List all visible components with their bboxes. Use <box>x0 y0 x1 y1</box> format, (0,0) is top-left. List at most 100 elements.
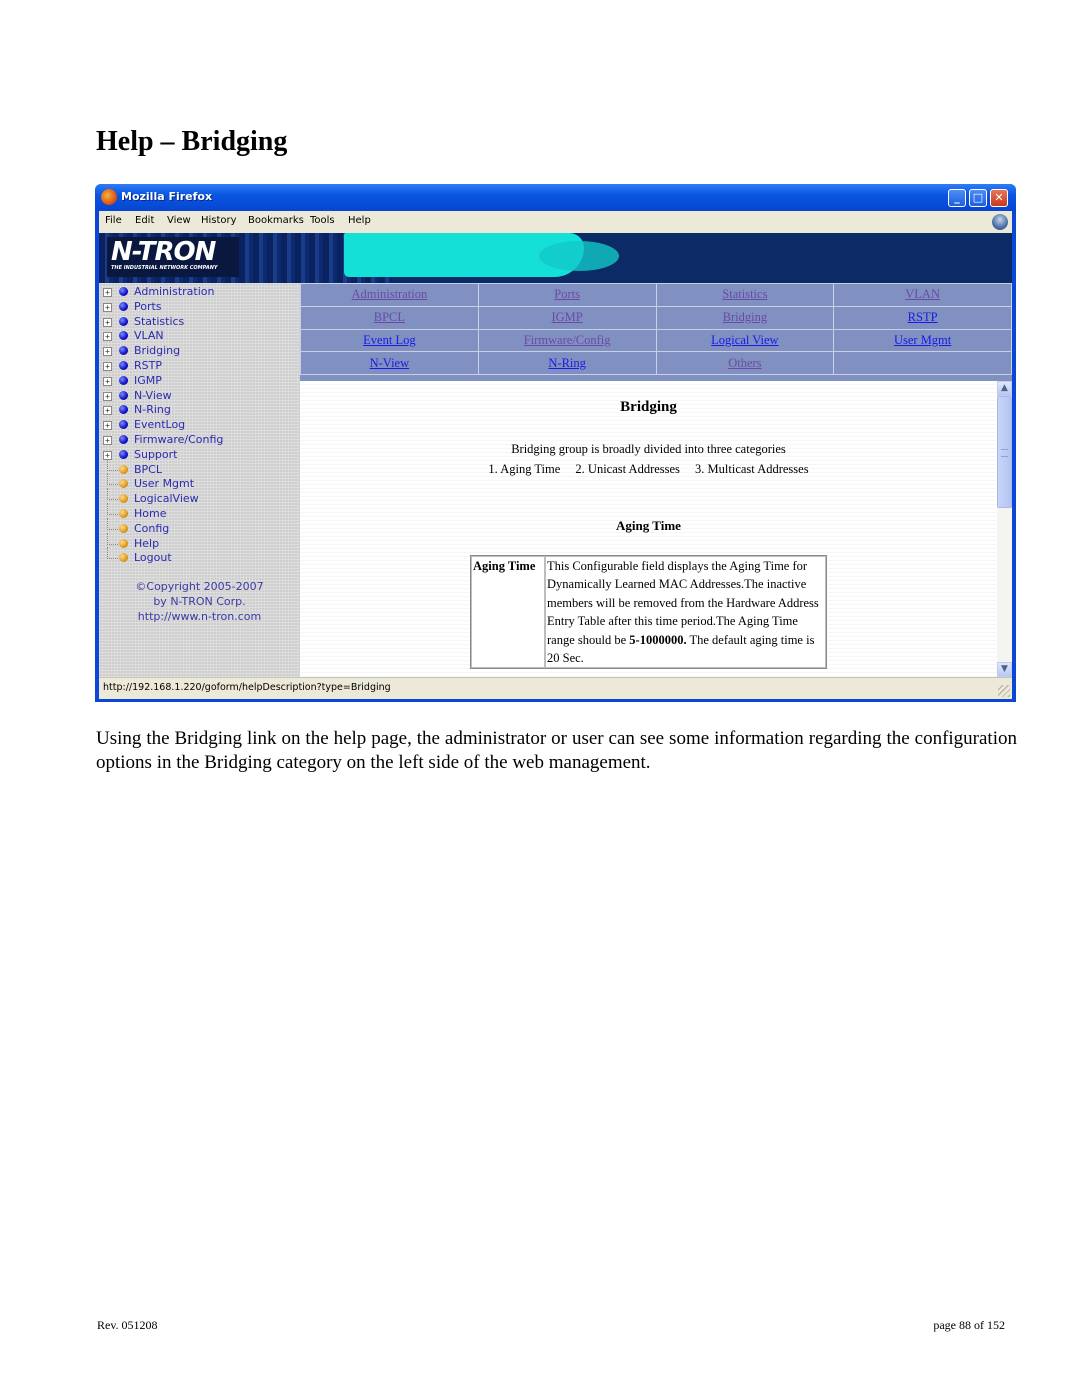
copyright-url[interactable]: http://www.n-tron.com <box>99 609 300 624</box>
sidebar-tree: + Administration + Ports + Statistics + VLAN + Br… <box>99 283 300 677</box>
sidebar-item-label[interactable]: Home <box>134 507 166 520</box>
resize-grip-icon[interactable] <box>998 685 1010 697</box>
footer-revision: Rev. 051208 <box>97 1318 158 1332</box>
nav-cell: RSTP <box>833 305 1012 330</box>
expand-plus-icon[interactable]: + <box>103 435 112 445</box>
ntron-logo: N-TRON THE INDUSTRIAL NETWORK COMPANY <box>107 237 239 277</box>
banner-map-graphic-2 <box>539 241 619 271</box>
tree-connector <box>107 517 118 530</box>
help-link-statistics[interactable]: Statistics <box>722 287 767 301</box>
sidebar-item-label[interactable]: Config <box>134 522 169 535</box>
menu-bookmarks[interactable]: Bookmarks <box>248 215 304 226</box>
expand-plus-icon[interactable]: + <box>103 376 112 386</box>
sidebar-item-label[interactable]: Ports <box>134 300 162 313</box>
nav-row: Event Log Firmware/Config Logical View User… <box>300 328 1012 353</box>
folder-bullet-icon <box>119 449 128 459</box>
nav-cell: User Mgmt <box>833 328 1012 353</box>
menu-tools[interactable]: Tools <box>310 215 335 226</box>
sidebar-item-label[interactable]: RSTP <box>134 359 162 372</box>
nav-cell: Administration <box>300 283 479 307</box>
nav-cell: Statistics <box>655 283 835 307</box>
sidebar-item-label[interactable]: N-Ring <box>134 403 171 416</box>
scrollbar-thumb[interactable] <box>997 396 1012 508</box>
nav-cell: Logical View <box>655 328 835 353</box>
help-link-n-view[interactable]: N-View <box>370 356 410 370</box>
folder-bullet-icon <box>119 390 128 400</box>
help-link-bpcl[interactable]: BPCL <box>374 310 405 324</box>
help-link-firmware-config[interactable]: Firmware/Config <box>524 333 611 347</box>
title-bar[interactable]: Mozilla Firefox _ □ ✕ <box>95 184 1016 211</box>
page-bullet-icon <box>119 523 128 533</box>
help-link-igmp[interactable]: IGMP <box>551 310 582 324</box>
expand-plus-icon[interactable]: + <box>103 421 112 431</box>
tree-connector <box>107 502 118 515</box>
sidebar-item-label[interactable]: Support <box>134 448 177 461</box>
folder-bullet-icon <box>119 434 128 444</box>
expand-plus-icon[interactable]: + <box>103 302 112 312</box>
aging-time-table: Aging Time This Configurable field displ… <box>470 555 827 670</box>
body-paragraph: Using the Bridging link on the help page… <box>96 728 1017 773</box>
maximize-button[interactable]: □ <box>969 189 987 207</box>
sidebar-item-label[interactable]: LogicalView <box>134 492 199 505</box>
menu-file[interactable]: File <box>105 215 122 226</box>
help-link-logical-view[interactable]: Logical View <box>711 333 778 347</box>
expand-plus-icon[interactable]: + <box>103 288 112 297</box>
folder-bullet-icon <box>119 301 128 311</box>
sidebar-item-label[interactable]: Statistics <box>134 315 184 328</box>
menu-edit[interactable]: Edit <box>135 215 154 226</box>
sidebar-item-label[interactable]: Administration <box>134 285 215 298</box>
expand-plus-icon[interactable]: + <box>103 332 112 342</box>
vertical-scrollbar[interactable]: ▲ ▼ <box>997 381 1012 677</box>
grip-icon <box>1001 449 1008 457</box>
folder-bullet-icon <box>119 375 128 385</box>
help-link-vlan[interactable]: VLAN <box>905 287 940 301</box>
sidebar-item-label[interactable]: Help <box>134 537 159 550</box>
help-intro: Bridging group is broadly divided into t… <box>300 439 997 479</box>
folder-bullet-icon <box>119 316 128 326</box>
scroll-down-arrow-icon[interactable]: ▼ <box>997 662 1012 677</box>
page-bullet-icon <box>119 508 128 518</box>
help-link-event-log[interactable]: Event Log <box>363 333 415 347</box>
category-item: 3. Multicast Addresses <box>695 462 809 476</box>
sidebar-item-label[interactable]: Firmware/Config <box>134 433 223 446</box>
help-link-ports[interactable]: Ports <box>554 287 580 301</box>
minimize-button[interactable]: _ <box>948 189 966 207</box>
sidebar-item-label[interactable]: BPCL <box>134 463 162 476</box>
help-link-n-ring[interactable]: N-Ring <box>548 356 586 370</box>
scroll-up-arrow-icon[interactable]: ▲ <box>997 381 1012 396</box>
window-title: Mozilla Firefox <box>121 190 213 203</box>
sidebar-item-label[interactable]: Logout <box>134 551 172 564</box>
expand-plus-icon[interactable]: + <box>103 317 112 327</box>
sidebar-item-label[interactable]: VLAN <box>134 329 164 342</box>
folder-bullet-icon <box>119 405 128 415</box>
sidebar-item-label[interactable]: EventLog <box>134 418 185 431</box>
menu-history[interactable]: History <box>201 215 237 226</box>
help-link-bridging[interactable]: Bridging <box>723 310 767 324</box>
page-bullet-icon <box>119 479 128 489</box>
tree-connector <box>107 488 118 501</box>
browser-window: Mozilla Firefox _ □ ✕ File Edit View His… <box>95 184 1016 702</box>
help-heading: Bridging <box>620 399 677 415</box>
nav-cell: Event Log <box>300 328 479 353</box>
expand-plus-icon[interactable]: + <box>103 361 112 371</box>
expand-plus-icon[interactable]: + <box>103 347 112 357</box>
ntron-banner: N-TRON THE INDUSTRIAL NETWORK COMPANY <box>99 233 1012 283</box>
folder-bullet-icon <box>119 331 128 341</box>
expand-plus-icon[interactable]: + <box>103 406 112 416</box>
sidebar-item-label[interactable]: Bridging <box>134 344 180 357</box>
term-cell: Aging Time <box>471 556 545 669</box>
page-bullet-icon <box>119 494 128 504</box>
expand-plus-icon[interactable]: + <box>103 391 112 401</box>
help-link-rstp[interactable]: RSTP <box>908 310 938 324</box>
sidebar-item-label[interactable]: User Mgmt <box>134 477 194 490</box>
menu-help[interactable]: Help <box>348 215 371 226</box>
help-link-user-mgmt[interactable]: User Mgmt <box>894 333 951 347</box>
firefox-icon <box>101 189 117 205</box>
menu-view[interactable]: View <box>167 215 191 226</box>
help-link-administration[interactable]: Administration <box>352 287 428 301</box>
sidebar-item-label[interactable]: IGMP <box>134 374 162 387</box>
tree-connector <box>107 473 118 486</box>
close-button[interactable]: ✕ <box>990 189 1008 207</box>
sidebar-item-label[interactable]: N-View <box>134 389 172 402</box>
help-link-others[interactable]: Others <box>728 356 761 370</box>
